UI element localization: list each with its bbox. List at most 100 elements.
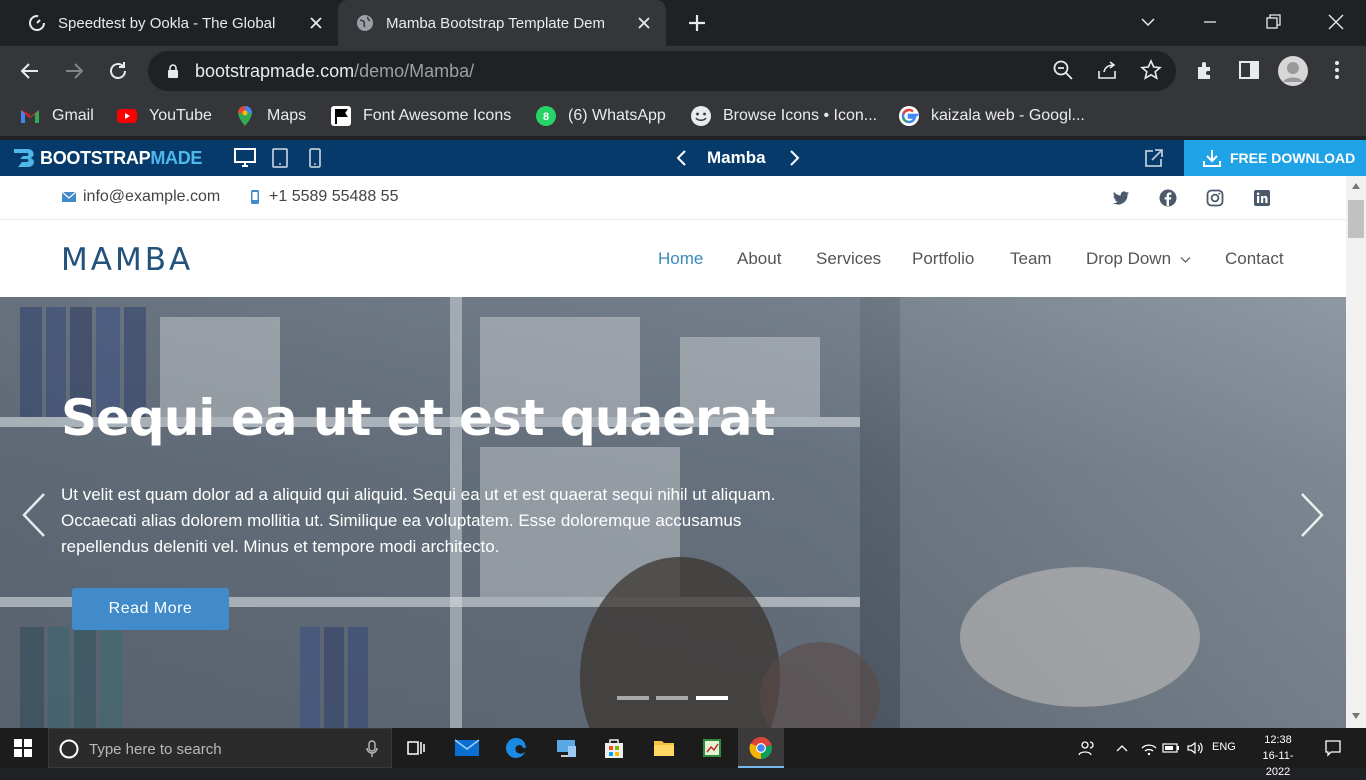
mobile-view-icon[interactable]	[308, 148, 322, 168]
taskbar-search-box[interactable]: Type here to search	[48, 728, 392, 768]
nav-services[interactable]: Services	[816, 249, 881, 269]
scrollbar-thumb[interactable]	[1348, 200, 1364, 238]
sheet-app-icon[interactable]	[700, 736, 724, 760]
tab-search-chevron-icon[interactable]	[1136, 10, 1160, 34]
nav-portfolio[interactable]: Portfolio	[912, 249, 974, 269]
system-clock[interactable]: 12:38 16-11-2022	[1256, 732, 1300, 780]
bootstrapmade-demo-bar: BOOTSTRAP MADE Mamba FREE DOWNLOAD	[0, 140, 1366, 176]
prev-template-icon[interactable]	[675, 149, 689, 167]
maps-pin-icon	[234, 105, 256, 127]
notifications-icon[interactable]	[1324, 739, 1342, 757]
chrome-taskbar-button[interactable]	[738, 728, 784, 768]
tab-speedtest[interactable]: Speedtest by Ookla - The Global	[0, 0, 338, 46]
youtube-icon	[116, 105, 138, 127]
twitter-icon[interactable]	[1112, 189, 1130, 207]
whatsapp-icon: 8	[535, 105, 557, 127]
facebook-icon[interactable]	[1159, 189, 1177, 207]
linkedin-icon[interactable]	[1253, 189, 1271, 207]
lock-icon[interactable]	[166, 63, 180, 79]
close-tab-icon[interactable]	[308, 15, 324, 31]
carousel-prev-icon[interactable]	[20, 492, 48, 538]
edge-icon[interactable]	[504, 736, 528, 760]
profile-avatar[interactable]	[1278, 56, 1308, 86]
flag-icon	[330, 105, 352, 127]
external-link-icon[interactable]	[1144, 148, 1164, 168]
bookmark-star-icon[interactable]	[1140, 59, 1162, 81]
reload-icon[interactable]	[106, 59, 130, 83]
microphone-icon[interactable]	[365, 740, 379, 758]
back-icon[interactable]	[18, 59, 42, 83]
language-indicator[interactable]: ENG	[1212, 741, 1236, 753]
nav-team[interactable]: Team	[1010, 249, 1052, 269]
template-name: Mamba	[707, 148, 766, 167]
nav-home[interactable]: Home	[658, 249, 703, 269]
close-window-icon[interactable]	[1324, 10, 1348, 34]
contact-topbar: info@example.com +1 5589 55488 55	[0, 176, 1346, 220]
search-icon	[58, 738, 80, 760]
bookmark-maps[interactable]: Maps	[234, 105, 306, 127]
carousel-indicator-2[interactable]	[656, 696, 688, 700]
carousel-indicator-3[interactable]	[696, 696, 728, 700]
tab-title: Mamba Bootstrap Template Dem	[386, 14, 605, 32]
share-icon[interactable]	[1096, 59, 1118, 81]
scroll-up-icon[interactable]	[1351, 182, 1361, 190]
side-panel-icon[interactable]	[1238, 59, 1260, 81]
email-contact[interactable]: info@example.com	[61, 188, 220, 206]
bookmark-font-awesome[interactable]: Font Awesome Icons	[330, 105, 511, 127]
task-view-icon[interactable]	[404, 736, 428, 760]
bookmark-whatsapp[interactable]: 8 (6) WhatsApp	[535, 105, 666, 127]
bookmark-browse-icons[interactable]: Browse Icons • Icon...	[690, 105, 877, 127]
bootstrapmade-logo[interactable]: BOOTSTRAP MADE	[12, 147, 202, 169]
tab-strip: Speedtest by Ookla - The Global Mamba Bo…	[0, 0, 1366, 46]
bookmark-gmail[interactable]: Gmail	[19, 105, 94, 127]
nav-drop-down[interactable]: Drop Down	[1086, 249, 1171, 269]
browser-toolbar: bootstrapmade.com/demo/Mamba/	[0, 46, 1366, 96]
network-icon[interactable]	[1140, 740, 1158, 756]
site-header: MAMBA Home About Services Portfolio Team…	[0, 220, 1346, 297]
connect-device-icon[interactable]	[554, 736, 578, 760]
volume-icon[interactable]	[1186, 740, 1204, 756]
battery-icon[interactable]	[1162, 740, 1180, 756]
bookmarks-bar: Gmail YouTube Maps Font Awesome Icons 8 …	[0, 96, 1366, 136]
read-more-button[interactable]: Read More	[72, 588, 229, 630]
instagram-icon[interactable]	[1206, 189, 1224, 207]
bootstrapmade-logo-icon	[14, 149, 34, 167]
people-icon[interactable]	[1078, 739, 1096, 757]
chevron-down-icon	[1180, 256, 1191, 264]
next-template-icon[interactable]	[787, 149, 801, 167]
windows-start-icon[interactable]	[14, 739, 32, 757]
tablet-view-icon[interactable]	[271, 148, 289, 168]
close-tab-icon[interactable]	[636, 15, 652, 31]
carousel-indicator-1[interactable]	[617, 696, 649, 700]
store-icon[interactable]	[602, 736, 626, 760]
phone-contact[interactable]: +1 5589 55488 55	[247, 188, 398, 206]
site-logo[interactable]: MAMBA	[61, 242, 193, 278]
address-bar[interactable]: bootstrapmade.com/demo/Mamba/	[148, 51, 1176, 91]
page-scrollbar[interactable]	[1346, 176, 1366, 728]
mail-app-icon[interactable]	[454, 736, 480, 760]
forward-icon[interactable]	[62, 59, 86, 83]
svg-text:8: 8	[543, 111, 549, 123]
google-icon	[898, 105, 920, 127]
extensions-icon[interactable]	[1194, 59, 1216, 81]
menu-dots-icon[interactable]	[1326, 59, 1348, 81]
minimize-icon[interactable]	[1198, 10, 1222, 34]
tab-mamba[interactable]: Mamba Bootstrap Template Dem	[338, 0, 666, 46]
bookmark-youtube[interactable]: YouTube	[116, 105, 212, 127]
restore-icon[interactable]	[1261, 10, 1285, 34]
desktop-view-icon[interactable]	[234, 148, 256, 168]
nav-about[interactable]: About	[737, 249, 781, 269]
smiley-icon	[690, 105, 712, 127]
file-explorer-icon[interactable]	[652, 736, 676, 760]
phone-icon	[247, 189, 263, 205]
zoom-icon[interactable]	[1052, 59, 1074, 81]
chevron-up-icon[interactable]	[1114, 740, 1130, 756]
free-download-button[interactable]: FREE DOWNLOAD	[1184, 140, 1366, 176]
new-tab-icon[interactable]	[686, 12, 708, 34]
windows-taskbar: Type here to search ENG 12:38 16-11-2022	[0, 728, 1366, 778]
carousel-next-icon[interactable]	[1298, 492, 1326, 538]
scroll-down-icon[interactable]	[1351, 712, 1361, 720]
nav-contact[interactable]: Contact	[1225, 249, 1284, 269]
url-text: bootstrapmade.com/demo/Mamba/	[195, 61, 475, 81]
bookmark-kaizala[interactable]: kaizala web - Googl...	[898, 105, 1085, 127]
